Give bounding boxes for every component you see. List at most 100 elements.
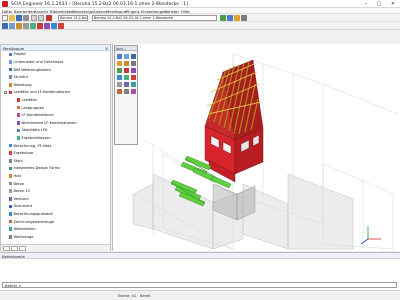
zoom-all-icon[interactable]	[117, 54, 122, 59]
tree-item-label: Lastfälle	[21, 97, 37, 102]
top-view-icon[interactable]	[117, 68, 122, 73]
tab-properties[interactable]	[11, 246, 18, 251]
rotate-icon[interactable]	[117, 61, 122, 66]
tree-item[interactable]: Integriertes Design Forms	[1, 166, 110, 172]
menu-bibliotheken[interactable]: Bibliotheken	[50, 9, 74, 14]
wireframe-icon[interactable]	[124, 75, 129, 80]
model-dropdown[interactable]: Beruha 15.2-Bz2 0	[58, 15, 88, 21]
tree-item[interactable]: Werkzeuge	[1, 234, 110, 240]
tree-item[interactable]: Beton	[1, 181, 110, 187]
tree-item[interactable]: Lastgruppen	[1, 105, 110, 111]
menu-werkzeuge[interactable]: Werkzeuge	[72, 9, 93, 14]
tree-item[interactable]: − Lastfälle und LF-Kombinationen	[1, 90, 110, 96]
calculate-icon[interactable]	[46, 15, 52, 21]
menu-bearbeiten[interactable]: Bearbeiten	[14, 9, 35, 14]
maximize-button[interactable]: □	[373, 0, 385, 8]
render-mode-icon[interactable]	[117, 75, 122, 80]
tree-item[interactable]: Nichtlineare LF-Kombinationen	[1, 120, 110, 126]
menu-hilfe[interactable]: Hilfe	[181, 9, 190, 14]
shaded-icon[interactable]	[131, 75, 136, 80]
combination-icon[interactable]	[44, 23, 50, 29]
render-icon[interactable]	[234, 15, 240, 21]
layers-icon[interactable]	[131, 89, 136, 94]
tree-item[interactable]: Dokument	[1, 204, 110, 210]
plate-icon[interactable]	[23, 23, 29, 29]
labels-icon[interactable]	[117, 89, 122, 94]
tree-item[interactable]: BIM-Werkzeugkasten	[1, 67, 110, 73]
axo-view-icon[interactable]	[131, 68, 136, 73]
tree-item[interactable]: Beton 15	[1, 189, 110, 195]
tree-item-label: Stahl	[13, 158, 23, 163]
menu-ansicht[interactable]: Ansicht	[34, 9, 48, 14]
tree-item[interactable]: LF-Kombinationen	[1, 113, 110, 119]
save-icon[interactable]	[16, 15, 22, 21]
column-icon[interactable]	[16, 23, 22, 29]
tab-menuetree[interactable]	[3, 246, 10, 251]
tree-item[interactable]: Lastfälle	[1, 98, 110, 104]
redo-icon[interactable]	[38, 15, 44, 21]
open-folder-icon[interactable]	[9, 15, 15, 21]
tree-item[interactable]: Verbund	[1, 196, 110, 202]
side-view-icon[interactable]	[124, 68, 129, 73]
menu-aendern[interactable]: Ändern	[93, 9, 107, 14]
tree-item-label: Verbund	[13, 196, 29, 201]
tree-item-label: Lastgruppen	[21, 105, 45, 110]
navigator-close-icon[interactable]: ✕	[105, 46, 108, 51]
command-line-header: Befehlszeile	[0, 253, 400, 259]
grid-icon[interactable]	[124, 89, 129, 94]
tree-item[interactable]: Bibliotheken	[1, 227, 110, 233]
tree-item[interactable]: Belastung	[1, 82, 110, 88]
settings-icon[interactable]	[241, 15, 247, 21]
tree-item[interactable]: Stahl	[1, 158, 110, 164]
orbit-icon[interactable]	[124, 61, 129, 66]
pan-icon[interactable]	[131, 54, 136, 59]
command-prompt: Befehl >	[5, 283, 22, 289]
tree-item[interactable]: Holz	[1, 174, 110, 180]
menu-menuebaum[interactable]: Menübaum	[106, 9, 127, 14]
tree-item-icon	[8, 75, 13, 79]
tree-expander-icon[interactable]: −	[4, 90, 8, 94]
tree-item[interactable]: Struktur	[1, 75, 110, 81]
zoom-window-icon[interactable]	[124, 54, 129, 59]
command-input[interactable]: Befehl >	[2, 282, 397, 288]
tree-item-icon	[8, 143, 13, 148]
model-viewport[interactable]	[112, 44, 400, 251]
select-icon[interactable]	[2, 23, 8, 29]
app-window: SCIA Engineer 16.1.2033 – [Beruha 15.2-B…	[0, 0, 400, 300]
tree-item[interactable]: Linienraster und Geschosse	[1, 60, 110, 66]
tree-item[interactable]: Ergebnisklassen	[1, 136, 110, 142]
tree-item[interactable]: Berechnungsprotokoll	[1, 212, 110, 218]
section-icon[interactable]	[117, 82, 122, 87]
result-class-dropdown[interactable]: Beruha 15.2-Bz2 06.03.16-1 ohne 2-Wandec…	[92, 15, 217, 21]
tree-item[interactable]: Ergebnisse	[1, 151, 110, 157]
tree-item-icon	[16, 120, 21, 125]
menu-einstellungen[interactable]: Einstellungen	[141, 9, 167, 14]
view-icon[interactable]	[220, 15, 226, 21]
close-button[interactable]: ✕	[387, 0, 399, 8]
tree-item[interactable]: Berechnung, FE-Netz	[1, 143, 110, 149]
print-icon[interactable]	[23, 15, 29, 21]
minimize-button[interactable]: –	[360, 0, 372, 8]
front-view-icon[interactable]	[131, 61, 136, 66]
beam-icon[interactable]	[9, 23, 15, 29]
support-icon[interactable]	[30, 23, 36, 29]
new-file-icon[interactable]	[2, 15, 8, 21]
tree-item[interactable]: Zeichnungswerkzeuge	[1, 219, 110, 225]
tree-item[interactable]: Stabilitäts-LFK	[1, 128, 110, 134]
menu-datei[interactable]: Datei	[2, 9, 12, 14]
zoom-icon[interactable]	[227, 15, 233, 21]
load-icon[interactable]	[37, 23, 43, 29]
navigator-tabs	[1, 244, 110, 251]
tree-item-icon	[8, 60, 13, 64]
mesh-icon[interactable]	[51, 23, 57, 29]
tab-layers[interactable]	[19, 246, 26, 251]
menu-plugins[interactable]: Plugins	[126, 9, 140, 14]
menu-fenster[interactable]: Fenster	[165, 9, 179, 14]
undo-icon[interactable]	[31, 15, 37, 21]
clipping-icon[interactable]	[124, 82, 129, 87]
results-icon[interactable]	[58, 23, 64, 29]
tree-item[interactable]: Projekt	[1, 52, 110, 58]
status-ready: Bereit	[140, 293, 151, 298]
status-bar: Ebene: 01 Bereit	[0, 290, 400, 300]
activity-icon[interactable]	[131, 82, 136, 87]
